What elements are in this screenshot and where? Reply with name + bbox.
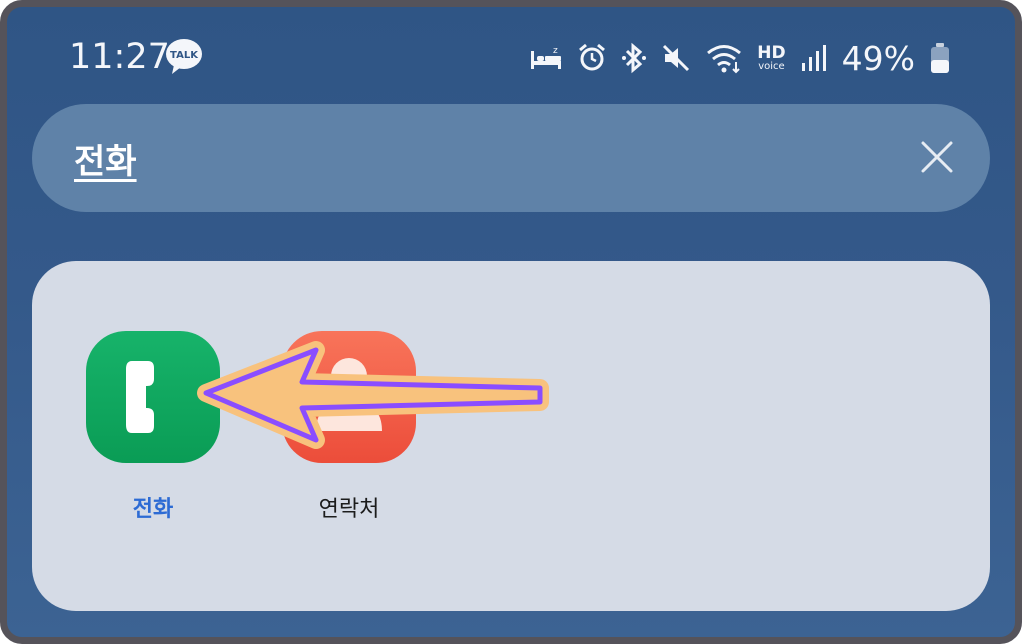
wifi-icon (705, 42, 743, 74)
contacts-app-icon[interactable] (282, 331, 416, 463)
talk-badge-text: TALK (170, 50, 199, 61)
signal-icon (800, 43, 828, 73)
sleep-mode-icon: z (529, 43, 563, 73)
voice-label: voice (758, 60, 785, 72)
mute-icon (661, 43, 691, 73)
battery-percent: 49% (841, 38, 915, 78)
bluetooth-icon (621, 42, 647, 74)
status-icons: z HD voice 49% (515, 38, 951, 78)
phone-screen: 11:27 TALK z HD voice 49% 전화 전화 연락처 (0, 0, 1022, 644)
alarm-icon (577, 43, 607, 73)
hd-voice-icon: HD voice (757, 42, 786, 72)
phone-app-icon[interactable] (86, 331, 220, 463)
status-time: 11:27 (69, 37, 170, 77)
close-icon[interactable] (920, 140, 954, 174)
svg-text:z: z (553, 46, 558, 56)
hd-label: HD (757, 42, 786, 63)
battery-icon (929, 42, 951, 74)
kakaotalk-icon: TALK (166, 39, 202, 74)
app-label-contacts: 연락처 (318, 497, 380, 522)
status-bar: 11:27 TALK z HD voice 49% (7, 7, 1015, 107)
search-bar[interactable]: 전화 (32, 104, 990, 212)
search-results-card: 전화 연락처 (32, 261, 990, 611)
search-input[interactable]: 전화 (74, 134, 137, 183)
app-label-phone: 전화 (132, 497, 174, 522)
